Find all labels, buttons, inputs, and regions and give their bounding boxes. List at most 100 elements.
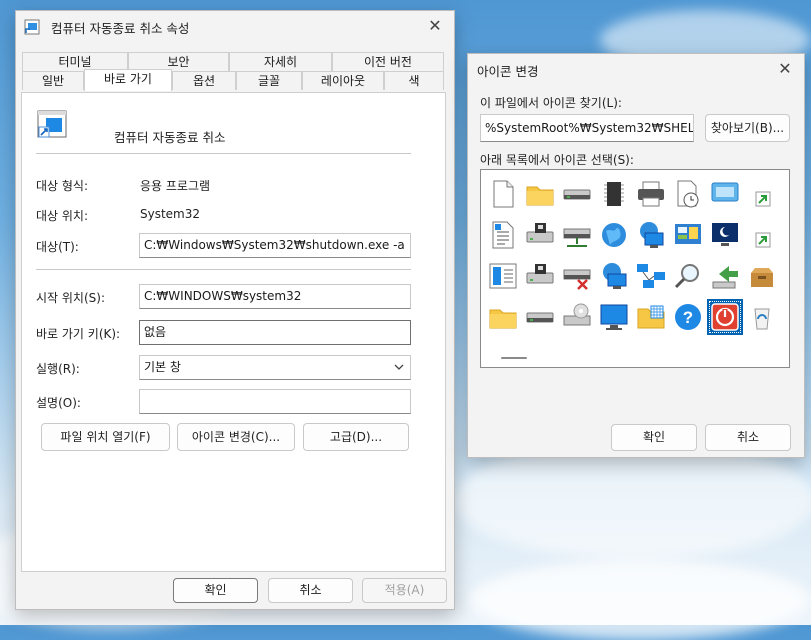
icon-option[interactable]: [485, 176, 521, 212]
icon-option[interactable]: [707, 299, 743, 335]
monitor-window-icon: [711, 182, 739, 202]
icon-option[interactable]: [633, 299, 669, 335]
ok-button[interactable]: 확인: [611, 424, 697, 451]
target-type-value: 응용 프로그램: [140, 179, 211, 193]
chevron-down-icon: [394, 364, 404, 370]
blank-document-icon: [493, 180, 514, 208]
icon-option[interactable]: [559, 258, 595, 294]
target-input[interactable]: C:₩Windows₩System32₩shutdown.exe -a: [139, 233, 411, 258]
comment-input[interactable]: [139, 389, 411, 414]
tab-general[interactable]: 일반: [22, 71, 84, 90]
select-icon-label: 아래 목록에서 아이콘 선택(S):: [480, 153, 634, 167]
target-location-label: 대상 위치:: [36, 209, 89, 223]
icon-option[interactable]: [633, 217, 669, 253]
key-document-icon: [783, 219, 790, 251]
network-drive-icon: [563, 228, 591, 247]
icon-option[interactable]: [781, 299, 790, 335]
power-icon: [711, 303, 739, 331]
shortcut-key-input[interactable]: 없음: [139, 320, 411, 345]
cancel-button[interactable]: 취소: [268, 578, 353, 603]
title-bar: 아이콘 변경 ✕: [468, 54, 804, 84]
icon-option[interactable]: [559, 217, 595, 253]
properties-window: 컴퓨터 자동종료 취소 속성 ✕ 터미널 보안 자세히 이전 버전 일반 바로 …: [15, 10, 455, 610]
apply-button[interactable]: 적용(A): [362, 578, 447, 603]
cd-drive-icon: [563, 303, 591, 326]
key-recycle-icon: [783, 301, 790, 333]
target-location-value: System32: [140, 207, 201, 221]
icon-option[interactable]: [596, 217, 632, 253]
change-icon-button[interactable]: 아이콘 변경(C)...: [177, 423, 295, 451]
close-icon[interactable]: ✕: [774, 58, 796, 80]
icon-option[interactable]: [596, 299, 632, 335]
icon-option[interactable]: [781, 217, 790, 253]
tab-colors[interactable]: 색: [384, 71, 444, 90]
cancel-button[interactable]: 취소: [705, 424, 791, 451]
network-globe-icon: [603, 263, 627, 289]
icon-option[interactable]: [744, 176, 780, 212]
floppy-drive-icon: [526, 223, 554, 243]
icon-option[interactable]: [522, 217, 558, 253]
horizontal-scrollbar[interactable]: [501, 357, 527, 359]
icon-option[interactable]: [707, 217, 743, 253]
tab-options[interactable]: 옵션: [172, 71, 236, 90]
icon-option[interactable]: [559, 176, 595, 212]
open-file-location-button[interactable]: 파일 위치 열기(F): [41, 423, 170, 451]
run-select-value: 기본 창: [144, 360, 181, 374]
monitor-icon: [600, 304, 628, 330]
browse-button[interactable]: 찾아보기(B)...: [705, 114, 790, 142]
help-icon: ?: [675, 304, 701, 330]
icon-option[interactable]: [670, 176, 706, 212]
icon-option[interactable]: [522, 258, 558, 294]
shortcut-large-icon: [37, 110, 67, 138]
network-icon: [637, 264, 665, 288]
icon-option[interactable]: [707, 258, 743, 294]
run-select[interactable]: 기본 창: [139, 355, 411, 380]
icon-option[interactable]: [485, 299, 521, 335]
icon-list[interactable]: ?: [480, 169, 790, 368]
shortcut-app-icon: [24, 19, 40, 35]
window-title: 컴퓨터 자동종료 취소 속성: [51, 21, 190, 36]
chip-icon: [604, 182, 624, 206]
control-panel-icon: [675, 224, 701, 244]
close-icon[interactable]: ✕: [424, 15, 446, 37]
floppy-drive-icon: [526, 264, 554, 284]
sleep-monitor-icon: [712, 223, 738, 246]
tab-details[interactable]: 자세히: [229, 52, 332, 71]
icon-option[interactable]: [633, 258, 669, 294]
dialog-title: 아이콘 변경: [477, 64, 539, 79]
icon-option[interactable]: [596, 176, 632, 212]
svg-text:?: ?: [683, 308, 693, 327]
advanced-button[interactable]: 고급(D)...: [303, 423, 409, 451]
icon-option[interactable]: [559, 299, 595, 335]
icon-option[interactable]: [485, 258, 521, 294]
icon-option[interactable]: [522, 299, 558, 335]
tab-font[interactable]: 글꼴: [236, 71, 302, 90]
grid-folder-icon: [637, 305, 665, 329]
text-document-icon: [492, 221, 514, 249]
run-label: 실행(R):: [36, 362, 80, 376]
icon-option[interactable]: [670, 217, 706, 253]
ok-button[interactable]: 확인: [173, 578, 258, 603]
icon-file-input[interactable]: %SystemRoot%₩System32₩SHELL32.dll: [480, 114, 694, 142]
icon-option[interactable]: [522, 176, 558, 212]
tab-layout[interactable]: 레이아웃: [302, 71, 384, 90]
network-globe-icon: [640, 222, 664, 248]
icon-option[interactable]: [707, 176, 743, 212]
tab-previous-versions[interactable]: 이전 버전: [332, 52, 444, 71]
icon-option[interactable]: [781, 176, 790, 212]
icon-option[interactable]: [633, 176, 669, 212]
icon-option[interactable]: [744, 299, 780, 335]
blue-square-icon: [783, 260, 790, 292]
icon-option[interactable]: [744, 217, 780, 253]
icon-option[interactable]: [744, 258, 780, 294]
icon-option[interactable]: [781, 258, 790, 294]
tab-shortcut[interactable]: 바로 가기: [84, 69, 172, 91]
icon-option[interactable]: [670, 258, 706, 294]
start-in-input[interactable]: C:₩WINDOWS₩system32: [139, 284, 411, 309]
background-cloud: [455, 440, 811, 560]
icon-option[interactable]: [596, 258, 632, 294]
icon-option[interactable]: ?: [670, 299, 706, 335]
recycle-bin-icon: [754, 308, 770, 330]
icon-option[interactable]: [485, 217, 521, 253]
recycle-icon: [783, 178, 790, 210]
